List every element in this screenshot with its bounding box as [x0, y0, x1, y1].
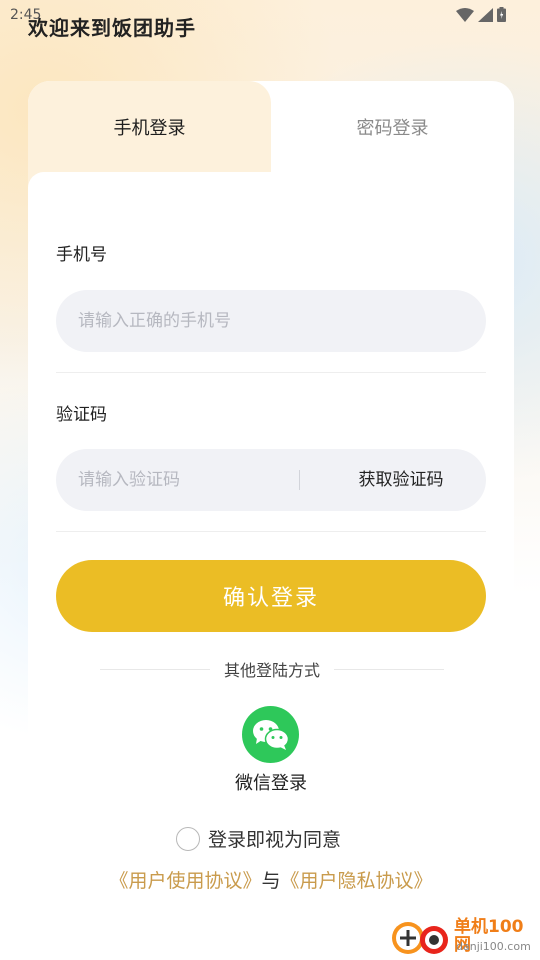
- signal-icon: [478, 7, 493, 22]
- agreement-and-text: 与: [261, 870, 281, 892]
- watermark-domain: danji100.com: [456, 940, 531, 953]
- other-login-label: 其他登陆方式: [224, 661, 321, 680]
- login-card: 手机登录 密码登录 手机号 请输入正确的手机号 验证码 请输入验证码 获取验证码…: [28, 81, 514, 960]
- wifi-icon: [456, 7, 474, 22]
- divider-line-right: [334, 668, 445, 670]
- phone-placeholder: 请输入正确的手机号: [78, 311, 231, 331]
- agreement-row: 登录即视为同意: [176, 825, 341, 852]
- divider-line-left: [100, 668, 210, 670]
- agreement-links: 《用户使用协议》与《用户隐私协议》: [28, 866, 514, 893]
- divider: [56, 372, 486, 373]
- agreement-text: 登录即视为同意: [208, 829, 342, 851]
- tab-phone-login[interactable]: 手机登录: [28, 81, 271, 172]
- wechat-login-button[interactable]: [242, 706, 299, 763]
- battery-icon: [497, 7, 506, 22]
- watermark-logo-icon: [392, 922, 448, 954]
- code-placeholder: 请输入验证码: [78, 470, 180, 490]
- other-login-divider: 其他登陆方式: [100, 657, 445, 681]
- user-agreement-link[interactable]: 《用户使用协议》: [109, 870, 261, 892]
- phone-label: 手机号: [56, 245, 107, 265]
- privacy-agreement-link[interactable]: 《用户隐私协议》: [281, 870, 433, 892]
- tab-corner-decoration: [28, 172, 44, 188]
- get-code-button[interactable]: 获取验证码: [316, 449, 486, 511]
- agree-checkbox[interactable]: [176, 826, 200, 851]
- divider: [56, 531, 486, 532]
- watermark: 单机100网 danji100.com: [390, 914, 540, 960]
- code-label: 验证码: [56, 405, 107, 425]
- field-separator: [299, 470, 300, 490]
- status-icons: [456, 7, 506, 22]
- confirm-login-button[interactable]: 确认登录: [56, 560, 486, 632]
- phone-field[interactable]: 请输入正确的手机号: [56, 290, 486, 352]
- wechat-icon: [252, 719, 289, 750]
- wechat-login-label: 微信登录: [235, 773, 307, 794]
- app-title: 欢迎来到饭团助手: [28, 16, 196, 40]
- code-field[interactable]: 请输入验证码 获取验证码: [56, 449, 486, 511]
- tab-password-login[interactable]: 密码登录: [271, 81, 514, 172]
